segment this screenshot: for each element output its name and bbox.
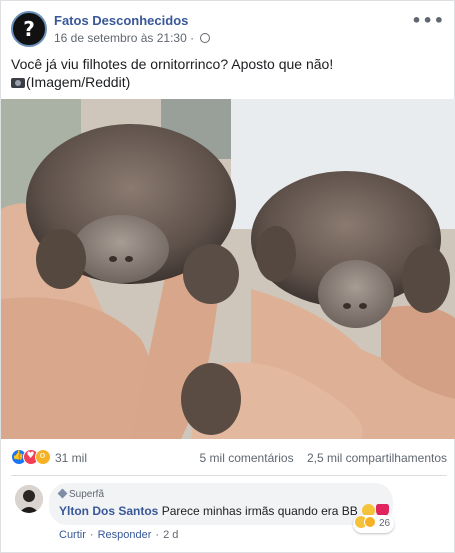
wow-icon[interactable]: o — [35, 449, 51, 465]
comment-actions: Curtir · Responder · 2 d — [59, 529, 178, 541]
camera-icon — [11, 78, 25, 88]
post-stats: 👍 ♥ o 31 mil 5 mil comentários 2,5 mil c… — [11, 447, 447, 467]
comments-count[interactable]: 5 mil comentários — [200, 451, 294, 465]
facebook-post: ? Fatos Desconhecidos 16 de setembro às … — [0, 0, 455, 553]
comment-age[interactable]: 2 d — [163, 529, 178, 541]
separator-dot: · — [190, 31, 198, 45]
separator-dot: · — [89, 529, 94, 541]
superfan-label: Superfã — [69, 489, 105, 500]
like-comment-button[interactable]: Curtir — [59, 529, 86, 541]
caption-line-2-wrapper: (Imagem/Reddit) — [11, 73, 447, 91]
post-photo[interactable] — [1, 99, 455, 439]
caption-line-2: (Imagem/Reddit) — [26, 74, 131, 90]
commenter-avatar[interactable] — [15, 485, 43, 513]
wow-small-icon — [364, 516, 376, 528]
comment-reaction-count: 26 — [379, 518, 391, 529]
post-meta: 16 de setembro às 21:30 · — [54, 31, 211, 45]
platypus-photo-illustration — [1, 99, 455, 439]
divider — [11, 475, 447, 476]
post-timestamp[interactable]: 16 de setembro às 21:30 — [54, 31, 187, 45]
reply-button[interactable]: Responder — [98, 529, 152, 541]
comment-body: Parece minhas irmãs quando era BB — [161, 504, 358, 518]
reaction-count[interactable]: 31 mil — [55, 451, 87, 465]
page-name-link[interactable]: Fatos Desconhecidos — [54, 13, 188, 28]
superfan-badge: Superfã — [57, 488, 105, 500]
comment-bubble: Superfã Ylton Dos Santos Parece minhas i… — [49, 483, 393, 525]
post-caption: Você já viu filhotes de ornitorrinco? Ap… — [11, 55, 447, 91]
diamond-icon — [57, 488, 68, 499]
post-header: ? Fatos Desconhecidos 16 de setembro às … — [11, 9, 447, 49]
shares-count[interactable]: 2,5 mil compartilhamentos — [307, 451, 447, 465]
page-avatar[interactable]: ? — [11, 11, 47, 47]
comment-reactions[interactable]: 26 — [353, 515, 395, 533]
comment-author[interactable]: Ylton Dos Santos — [59, 504, 158, 518]
question-mark-logo: ? — [23, 17, 35, 41]
globe-icon[interactable] — [200, 33, 211, 43]
comment-share-counts: 5 mil comentários 2,5 mil compartilhamen… — [200, 451, 447, 465]
separator-dot: · — [155, 529, 160, 541]
more-options-icon[interactable]: ••• — [411, 11, 445, 30]
caption-line-1: Você já viu filhotes de ornitorrinco? Ap… — [11, 56, 334, 72]
comment-text: Ylton Dos Santos Parece minhas irmãs qua… — [59, 504, 390, 518]
commenter-photo — [15, 485, 43, 513]
